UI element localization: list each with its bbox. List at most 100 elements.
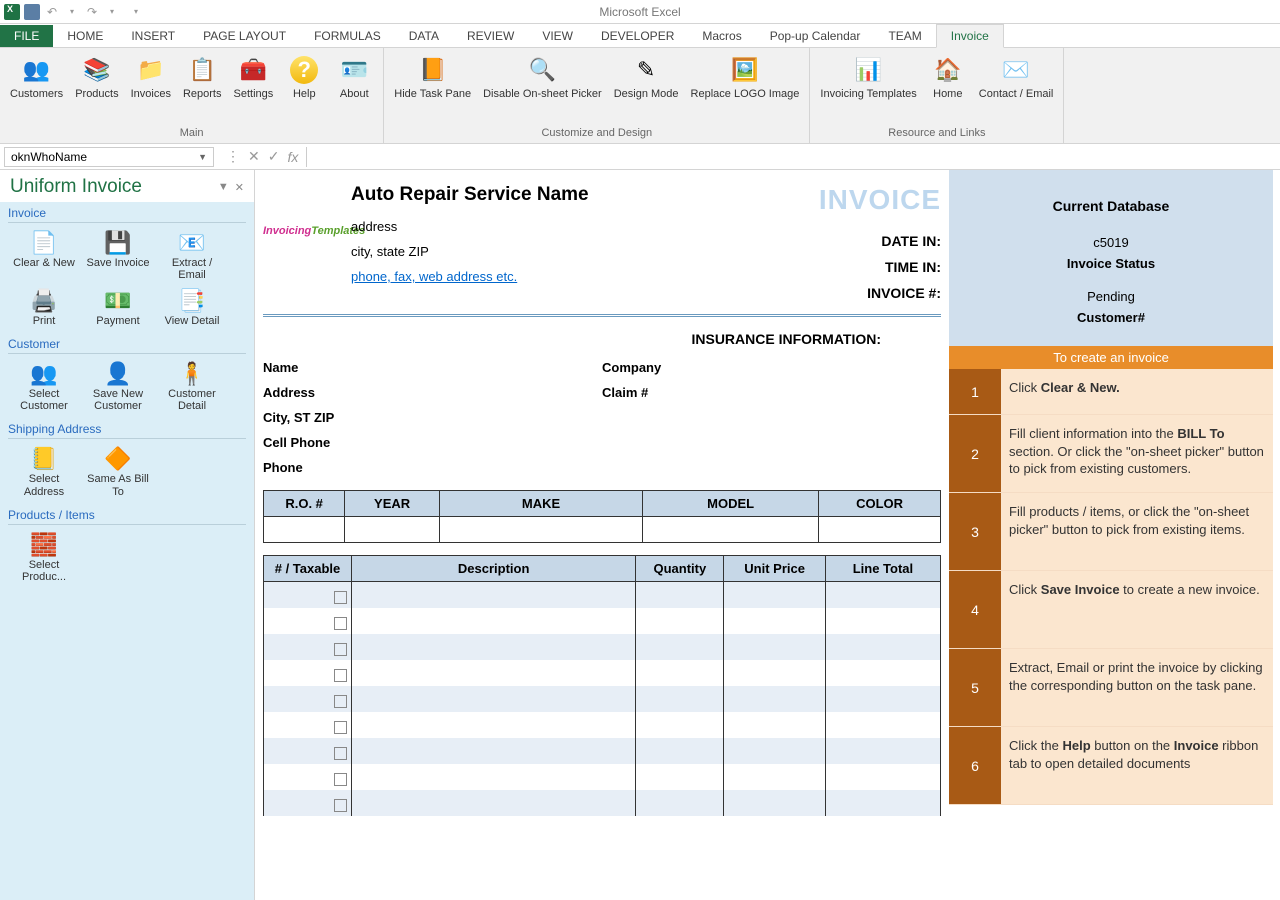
tab-file[interactable]: FILE <box>0 25 53 47</box>
undo-icon[interactable]: ↶ <box>44 4 60 20</box>
checkbox[interactable] <box>334 669 347 682</box>
table-row[interactable] <box>264 582 941 608</box>
undo-dropdown-icon[interactable]: ▾ <box>64 4 80 20</box>
enter-icon[interactable]: ✓ <box>268 148 280 165</box>
hide-taskpane-button[interactable]: 📙Hide Task Pane <box>390 52 475 121</box>
th-year: YEAR <box>345 491 440 517</box>
view-detail-button[interactable]: 📑View Detail <box>156 285 228 329</box>
help-button[interactable]: ?Help <box>281 52 327 121</box>
payment-button[interactable]: 💵Payment <box>82 285 154 329</box>
section-shipping: Shipping Address 📒Select Address 🔶Same A… <box>8 422 246 499</box>
checkbox[interactable] <box>334 799 347 812</box>
time-in-label: TIME IN: <box>819 254 941 280</box>
company-contact-link[interactable]: phone, fax, web address etc. <box>351 264 589 289</box>
save-icon[interactable] <box>24 4 40 20</box>
invoices-button[interactable]: 📁Invoices <box>127 52 175 121</box>
checkbox[interactable] <box>334 773 347 786</box>
select-product-button[interactable]: 🧱Select Produc... <box>8 529 80 585</box>
checkbox[interactable] <box>334 617 347 630</box>
invoice-area: InvoicingTemplates Auto Repair Service N… <box>255 170 949 900</box>
formula-input[interactable] <box>306 147 1280 167</box>
checkbox[interactable] <box>334 721 347 734</box>
save-new-customer-button[interactable]: 👤Save New Customer <box>82 358 154 414</box>
company-name[interactable]: Auto Repair Service Name <box>351 184 589 206</box>
redo-dropdown-icon[interactable]: ▾ <box>104 4 120 20</box>
checkbox[interactable] <box>334 695 347 708</box>
close-icon[interactable]: ✕ <box>235 181 244 194</box>
cancel-icon[interactable]: ✕ <box>248 148 260 165</box>
table-row[interactable] <box>264 517 941 543</box>
table-row[interactable] <box>264 660 941 686</box>
table-row[interactable] <box>264 764 941 790</box>
about-button[interactable]: 🪪About <box>331 52 377 121</box>
print-button[interactable]: 🖨️Print <box>8 285 80 329</box>
section-invoice: Invoice 📄Clear & New 💾Save Invoice 📧Extr… <box>8 206 246 329</box>
customer-detail-button[interactable]: 🧍Customer Detail <box>156 358 228 414</box>
table-row[interactable] <box>264 738 941 764</box>
tab-formulas[interactable]: FORMULAS <box>300 25 395 47</box>
tab-home[interactable]: HOME <box>53 25 117 47</box>
replace-logo-button[interactable]: 🖼️Replace LOGO Image <box>687 52 804 121</box>
chevron-down-icon[interactable]: ▼ <box>198 152 207 162</box>
steps-header: To create an invoice <box>949 346 1273 369</box>
ribbon-group-main: 👥Customers 📚Products 📁Invoices 📋Reports … <box>0 48 384 143</box>
table-row[interactable] <box>264 608 941 634</box>
tab-data[interactable]: DATA <box>395 25 453 47</box>
th-price: Unit Price <box>724 556 826 582</box>
cust-company-label: Company <box>602 355 941 380</box>
formula-dots-icon[interactable]: ⋮ <box>226 148 240 165</box>
extract-email-button[interactable]: 📧Extract / Email <box>156 227 228 283</box>
table-row[interactable] <box>264 634 941 660</box>
settings-icon: 🧰 <box>237 54 269 86</box>
save-invoice-button[interactable]: 💾Save Invoice <box>82 227 154 283</box>
clear-new-button[interactable]: 📄Clear & New <box>8 227 80 283</box>
company-citystate[interactable]: city, state ZIP <box>351 239 589 264</box>
tab-insert[interactable]: INSERT <box>117 25 189 47</box>
list-item: 4Click Save Invoice to create a new invo… <box>949 571 1273 649</box>
tab-macros[interactable]: Macros <box>688 25 755 47</box>
customer-detail-icon: 🧍 <box>176 360 208 388</box>
redo-icon[interactable]: ↷ <box>84 4 100 20</box>
design-mode-button[interactable]: ✎Design Mode <box>610 52 683 121</box>
settings-button[interactable]: 🧰Settings <box>230 52 278 121</box>
name-box[interactable]: oknWhoName ▼ <box>4 147 214 167</box>
select-address-button[interactable]: 📒Select Address <box>8 443 80 499</box>
tab-page-layout[interactable]: PAGE LAYOUT <box>189 25 300 47</box>
step-number: 3 <box>949 493 1001 570</box>
spreadsheet[interactable]: InvoicingTemplates Auto Repair Service N… <box>255 170 1280 900</box>
checkbox[interactable] <box>334 747 347 760</box>
tab-review[interactable]: REVIEW <box>453 25 528 47</box>
contact-button[interactable]: ✉️Contact / Email <box>975 52 1058 121</box>
table-row[interactable] <box>264 790 941 816</box>
items-table[interactable]: # / Taxable Description Quantity Unit Pr… <box>263 555 941 816</box>
tab-popup-calendar[interactable]: Pop-up Calendar <box>756 25 875 47</box>
invoicing-templates-button[interactable]: 📊Invoicing Templates <box>816 52 920 121</box>
ribbon-group-main-label: Main <box>0 125 383 143</box>
customers-button[interactable]: 👥Customers <box>6 52 67 121</box>
insurance-header: INSURANCE INFORMATION: <box>263 331 941 347</box>
vehicle-table[interactable]: R.O. # YEAR MAKE MODEL COLOR <box>263 490 941 543</box>
step-text: Click Clear & New. <box>1001 369 1273 414</box>
same-as-billto-button[interactable]: 🔶Same As Bill To <box>82 443 154 499</box>
tab-invoice[interactable]: Invoice <box>936 24 1004 48</box>
th-total: Line Total <box>825 556 940 582</box>
fx-icon[interactable]: fx <box>287 149 298 165</box>
tab-team[interactable]: TEAM <box>874 25 935 47</box>
tab-view[interactable]: VIEW <box>528 25 587 47</box>
step-number: 2 <box>949 415 1001 492</box>
tab-developer[interactable]: DEVELOPER <box>587 25 688 47</box>
checkbox[interactable] <box>334 643 347 656</box>
disable-picker-button[interactable]: 🔍Disable On-sheet Picker <box>479 52 606 121</box>
checkbox[interactable] <box>334 591 347 604</box>
select-customer-button[interactable]: 👥Select Customer <box>8 358 80 414</box>
company-block: Auto Repair Service Name address city, s… <box>351 184 589 306</box>
table-row[interactable] <box>264 712 941 738</box>
home-button[interactable]: 🏠Home <box>925 52 971 121</box>
company-address[interactable]: address <box>351 214 589 239</box>
qat-customize-icon[interactable]: ▾ <box>128 4 144 20</box>
products-button[interactable]: 📚Products <box>71 52 122 121</box>
email-icon: ✉️ <box>1000 54 1032 86</box>
table-row[interactable] <box>264 686 941 712</box>
reports-button[interactable]: 📋Reports <box>179 52 226 121</box>
taskpane-menu-icon[interactable]: ▼ <box>218 181 229 194</box>
